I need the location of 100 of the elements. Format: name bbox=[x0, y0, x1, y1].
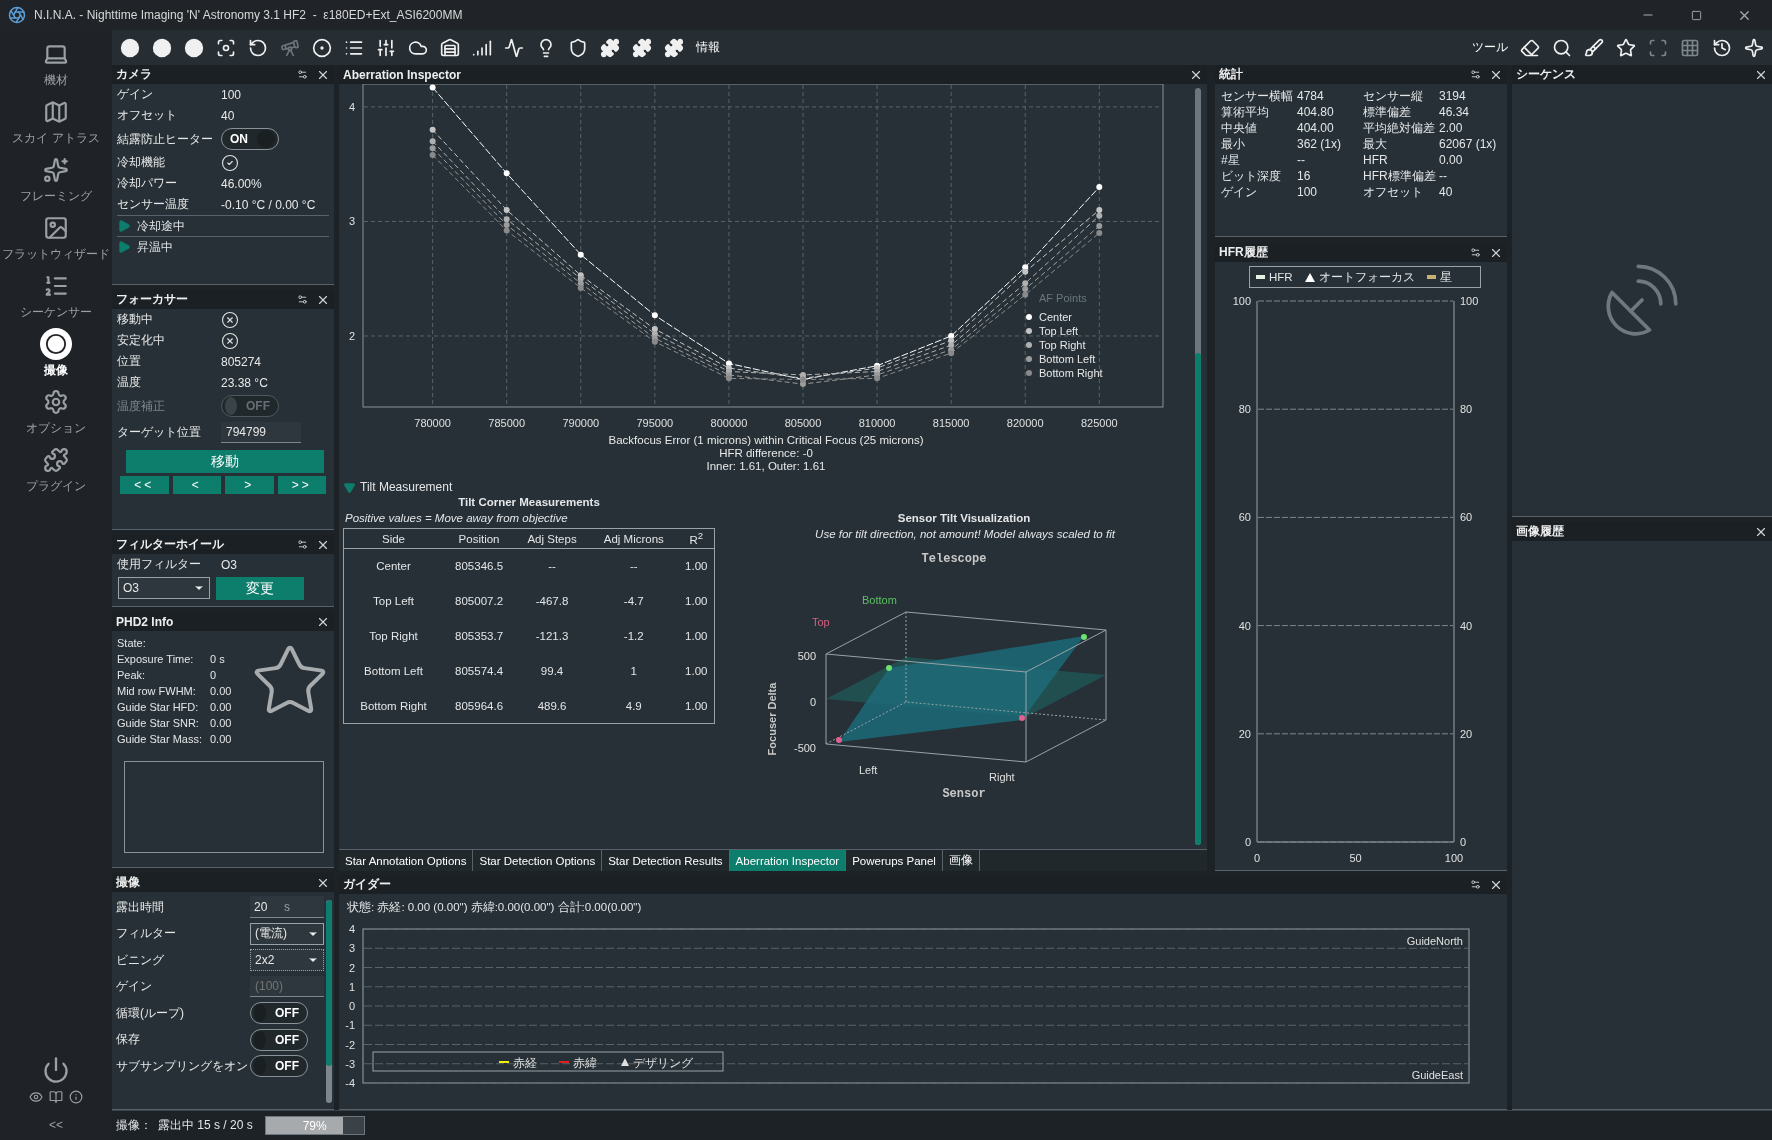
stat-label: #星 bbox=[1221, 152, 1241, 168]
axis-title: Telescope bbox=[921, 552, 987, 566]
stat-label: 算術平均 bbox=[1221, 104, 1270, 120]
stat-value: 16 bbox=[1297, 168, 1312, 184]
status-text: 状態: 赤経: 0.00 (0.00") 赤緯:0.00(0.00") 合計:0.00(0.00") bbox=[346, 900, 643, 915]
tick-label: 60 bbox=[1460, 511, 1473, 524]
table-cell-text: 1 bbox=[629, 664, 638, 679]
tick-label: -4 bbox=[345, 1077, 355, 1089]
column-header: Side bbox=[343, 528, 443, 549]
table-cell-text: 805353.7 bbox=[454, 629, 505, 644]
legend-label: Bottom Right bbox=[1039, 367, 1103, 379]
stat-value: 404.80 bbox=[1297, 104, 1335, 120]
tick-label: 80 bbox=[1460, 403, 1473, 416]
table-title: Tilt Corner Measurements bbox=[457, 495, 601, 510]
tick-label: 100 bbox=[1460, 295, 1479, 307]
stat-value: 62067 (1x) bbox=[1439, 136, 1498, 152]
stat-value: -- bbox=[1297, 152, 1306, 168]
panel-title: 画像履歴 bbox=[1516, 523, 1565, 540]
table-cell: 805346.5 bbox=[443, 548, 516, 584]
axis-title: Sensor bbox=[942, 787, 986, 799]
tick-label: 500 bbox=[797, 650, 816, 662]
field-label: Mid row FWHM: bbox=[117, 684, 197, 699]
field-label: 安定化中 bbox=[117, 332, 166, 349]
column-header: Adj Microns bbox=[589, 528, 679, 549]
tick-label: 0 bbox=[1460, 836, 1467, 848]
tick-label: 0 bbox=[809, 696, 816, 708]
table-cell: Top Right bbox=[343, 618, 443, 654]
table-cell: Top Left bbox=[343, 583, 443, 619]
window-title: N.I.N.A. - Nighttime Imaging 'N' Astronomy 3.1 HF2 - ε180ED+Ext_ASI6200MM bbox=[34, 8, 464, 22]
corner-label: Left bbox=[859, 764, 878, 776]
note-text: Positive values = Move away from objective bbox=[344, 512, 569, 526]
status-label: 撮像： bbox=[116, 1117, 152, 1134]
field-label: センサー温度 bbox=[117, 196, 190, 213]
stat-value: 3194 bbox=[1439, 88, 1467, 104]
stat-label: ビット深度 bbox=[1221, 168, 1282, 184]
tick-label: 3 bbox=[348, 215, 355, 228]
table-cell: 805964.6 bbox=[443, 688, 516, 724]
tick-label: 800000 bbox=[710, 417, 748, 429]
value-text: 0.00 bbox=[210, 732, 233, 747]
table-cell: -- bbox=[515, 548, 589, 584]
stat-value: 404.00 bbox=[1297, 120, 1335, 136]
field-label: ゲイン bbox=[116, 978, 153, 996]
column-header: Position bbox=[443, 528, 516, 549]
field-label: State: bbox=[117, 636, 147, 651]
legend-item: オートフォーカス bbox=[1304, 269, 1415, 285]
field-label: ターゲット位置 bbox=[117, 424, 202, 441]
stat-label: 平均絶対偏差 bbox=[1363, 120, 1436, 136]
value-text: 0 bbox=[210, 668, 218, 683]
chart-title: Sensor Tilt Visualization bbox=[897, 511, 1031, 526]
legend-label: Bottom Left bbox=[1039, 353, 1096, 365]
panel-title: カメラ bbox=[116, 66, 153, 83]
status-text: 露出中 15 s / 20 s bbox=[158, 1117, 253, 1134]
tick-label: 4 bbox=[348, 100, 355, 113]
tick-label: 20 bbox=[1238, 727, 1251, 740]
table-cell: 1.00 bbox=[678, 653, 715, 689]
field-label: 移動中 bbox=[117, 311, 154, 328]
panel-title: 統計 bbox=[1219, 66, 1244, 83]
field-label: Guide Star HFD: bbox=[117, 700, 200, 715]
field-label: 温度補正 bbox=[117, 397, 166, 415]
value-text: 23.38 °C bbox=[221, 375, 268, 390]
field-label: 位置 bbox=[117, 353, 142, 370]
tick-label: 2 bbox=[348, 961, 355, 974]
caption-text: Inner: 1.61, Outer: 1.61 bbox=[706, 460, 826, 472]
tick-label: 0 bbox=[1253, 852, 1261, 864]
panel-title: Aberration Inspector bbox=[343, 67, 463, 82]
field-label: 循環(ループ) bbox=[116, 1004, 185, 1022]
panel-title: PHD2 Info bbox=[116, 614, 175, 629]
value-text: 805274 bbox=[221, 354, 262, 369]
table-cell-text: -121.3 bbox=[534, 629, 570, 644]
value-text: 0.00 bbox=[210, 700, 233, 715]
stat-label: 中央値 bbox=[1221, 120, 1258, 136]
tick-label: 4 bbox=[348, 923, 355, 935]
table-cell: 4.9 bbox=[589, 688, 679, 724]
panel-title: フォーカサー bbox=[116, 291, 189, 308]
stat-value: 100 bbox=[1297, 184, 1319, 200]
table-cell: 1.00 bbox=[678, 688, 715, 724]
panel-title: HFR履歴 bbox=[1219, 244, 1269, 261]
table-cell: -- bbox=[589, 548, 679, 584]
axis-title: Focuser Delta bbox=[766, 682, 778, 756]
value-text: -0.10 °C / 0.00 °C bbox=[221, 197, 316, 212]
table-cell: Bottom Right bbox=[343, 688, 443, 724]
stat-label: 最小 bbox=[1221, 136, 1246, 152]
caption-text: HFR difference: -0 bbox=[719, 447, 813, 459]
value-text: 0.00 bbox=[210, 716, 233, 731]
tick-label: 825000 bbox=[1080, 417, 1118, 429]
table-cell: 489.6 bbox=[515, 688, 589, 724]
corner-label: Top bbox=[812, 616, 830, 628]
axis-label: GuideEast bbox=[1411, 1069, 1463, 1081]
field-label: オフセット bbox=[117, 107, 178, 124]
value-text: 46.00% bbox=[221, 176, 262, 191]
axis-label: GuideNorth bbox=[1406, 935, 1463, 947]
tick-label: 100 bbox=[1444, 852, 1464, 864]
tick-label: -2 bbox=[345, 1038, 355, 1051]
table-cell: 1.00 bbox=[678, 583, 715, 619]
stat-label: センサー横幅 bbox=[1221, 88, 1294, 104]
field-label: ビニング bbox=[116, 951, 165, 969]
table-cell-text: 805007.2 bbox=[454, 594, 505, 609]
field-label: 結露防止ヒーター bbox=[117, 130, 214, 148]
table-cell-text: -467.8 bbox=[534, 594, 570, 609]
tick-label: 795000 bbox=[636, 417, 674, 429]
